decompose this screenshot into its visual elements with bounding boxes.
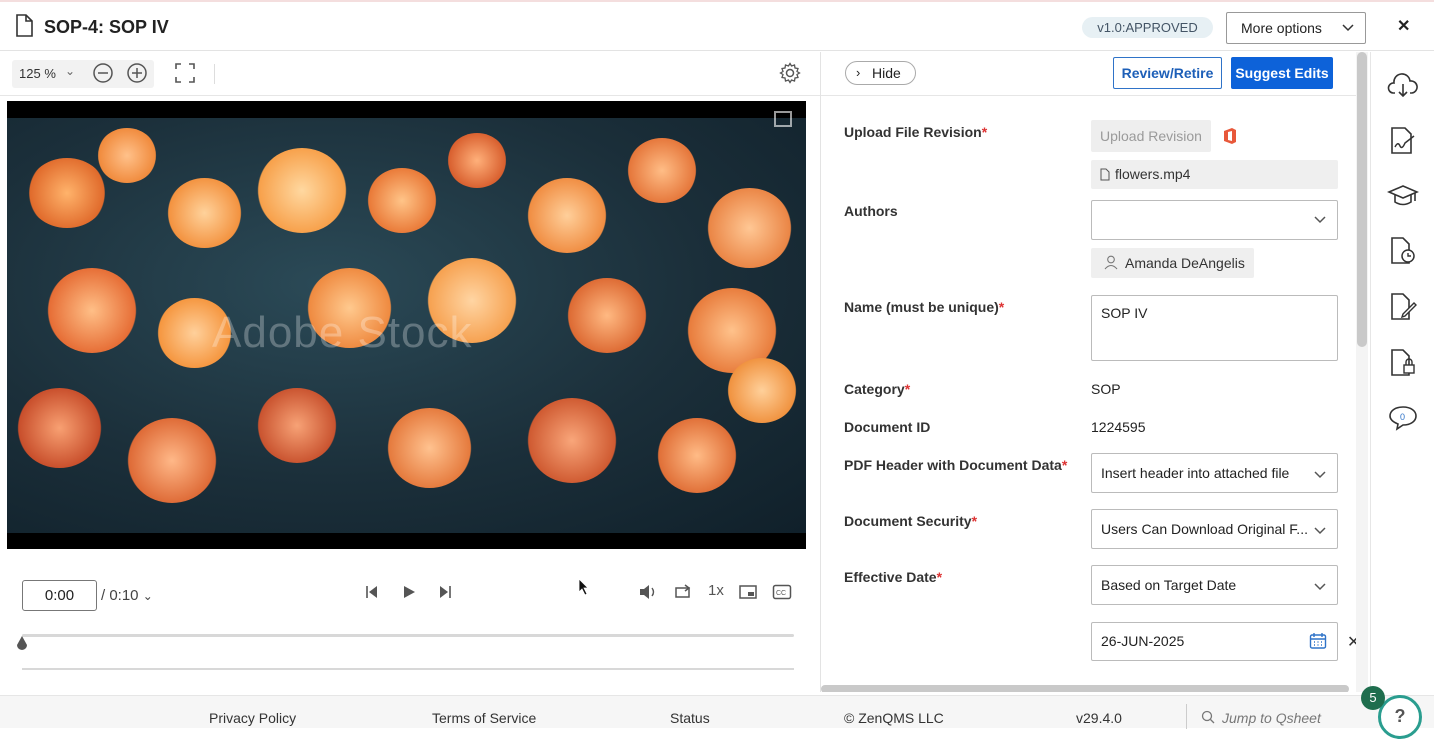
skip-back-icon[interactable] <box>365 585 379 599</box>
chevron-down-icon <box>1314 527 1326 535</box>
chevron-down-icon: ⌄ <box>65 64 76 78</box>
gear-icon[interactable] <box>779 62 801 84</box>
upload-revision-button[interactable]: Upload Revision <box>1091 120 1211 152</box>
comment-icon[interactable]: 0 <box>1387 404 1419 432</box>
close-button[interactable]: ✕ <box>1397 16 1410 36</box>
more-options-label: More options <box>1241 20 1322 36</box>
volume-icon[interactable] <box>638 583 658 601</box>
page-title: SOP-4: SOP IV <box>44 17 169 37</box>
review-retire-button[interactable]: Review/Retire <box>1113 57 1222 89</box>
svg-text:CC: CC <box>776 590 786 597</box>
document-id-value: 1224595 <box>1091 419 1146 435</box>
divider <box>214 64 215 84</box>
author-chip[interactable]: Amanda DeAngelis <box>1091 248 1254 278</box>
mouse-cursor-icon <box>578 578 589 596</box>
clear-date-button[interactable]: ✕ <box>1347 632 1356 652</box>
user-icon <box>1104 255 1118 270</box>
current-time-field[interactable]: 0:00 <box>22 580 97 611</box>
divider <box>22 668 794 670</box>
office-icon[interactable] <box>1222 127 1238 145</box>
player-controls: 0:00 / 0:10 ⌄ 1x CC <box>0 560 820 695</box>
jump-placeholder: Jump to Qsheet <box>1222 710 1321 726</box>
signature-icon[interactable] <box>1387 126 1419 156</box>
picture-in-picture-icon[interactable] <box>738 583 758 601</box>
category-value: SOP <box>1091 381 1121 397</box>
chevron-down-icon <box>1342 24 1354 32</box>
chevron-down-icon <box>1314 471 1326 479</box>
more-options-button[interactable]: More options <box>1226 12 1366 44</box>
search-icon <box>1201 710 1215 724</box>
watermark-text: Adobe Stock <box>212 308 473 357</box>
document-security-select[interactable]: Users Can Download Original F... <box>1091 509 1338 549</box>
copyright: © ZenQMS LLC <box>844 710 944 726</box>
scrollbar-thumb[interactable] <box>1357 52 1367 347</box>
edit-document-icon[interactable] <box>1387 292 1419 322</box>
progress-track[interactable] <box>22 634 794 637</box>
effective-date-field[interactable]: 26-JUN-2025 <box>1091 622 1338 661</box>
loop-icon[interactable] <box>673 583 693 601</box>
calendar-icon[interactable] <box>1309 632 1327 650</box>
help-button[interactable]: ? <box>1378 695 1422 739</box>
name-label: Name (must be unique)* <box>844 299 1005 315</box>
attached-file-chip[interactable]: flowers.mp4 <box>1091 160 1338 189</box>
footer: Privacy Policy Terms of Service Status ©… <box>0 695 1434 729</box>
authors-select[interactable] <box>1091 200 1338 240</box>
zoom-value: 125 % <box>19 66 56 81</box>
fit-screen-icon[interactable] <box>174 62 196 84</box>
duration-label[interactable]: / 0:10 ⌄ <box>101 587 153 604</box>
status-badge: v1.0:APPROVED <box>1082 17 1213 38</box>
chevron-down-icon <box>1314 583 1326 591</box>
top-bar: SOP-4: SOP IV v1.0:APPROVED More options… <box>0 0 1434 51</box>
history-icon[interactable] <box>1387 236 1419 266</box>
document-icon <box>16 14 33 37</box>
captions-icon[interactable]: CC <box>772 583 792 601</box>
lock-document-icon[interactable] <box>1387 348 1419 378</box>
zoom-out-icon[interactable] <box>92 62 114 84</box>
status-link[interactable]: Status <box>670 710 710 726</box>
jump-to-qsheet-search[interactable]: Jump to Qsheet <box>1186 704 1321 729</box>
skip-forward-icon[interactable] <box>438 585 452 599</box>
action-rail: 0 <box>1370 52 1434 692</box>
privacy-policy-link[interactable]: Privacy Policy <box>209 710 296 726</box>
authors-label: Authors <box>844 203 898 219</box>
chevron-right-icon: › <box>856 65 861 80</box>
hide-label: Hide <box>872 65 901 81</box>
upload-file-revision-label: Upload File Revision* <box>844 124 988 140</box>
play-icon[interactable] <box>402 585 416 599</box>
file-name: flowers.mp4 <box>1115 166 1191 182</box>
viewer-toolbar: 125 % ⌄ <box>0 52 820 96</box>
version-label: v29.4.0 <box>1076 710 1122 726</box>
horizontal-scrollbar[interactable] <box>821 685 1349 692</box>
progress-thumb[interactable] <box>16 636 28 652</box>
document-properties-panel: › Hide Review/Retire Suggest Edits Uploa… <box>820 52 1356 692</box>
name-field[interactable]: SOP IV <box>1091 295 1338 361</box>
terms-link[interactable]: Terms of Service <box>432 710 536 726</box>
effective-date-label: Effective Date* <box>844 569 943 585</box>
category-label: Category* <box>844 381 911 397</box>
flowers-video-image: Adobe Stock <box>7 118 806 533</box>
effective-date-select[interactable]: Based on Target Date <box>1091 565 1338 605</box>
file-icon <box>1100 168 1110 181</box>
divider <box>821 95 1356 96</box>
zoom-in-icon[interactable] <box>126 62 148 84</box>
cloud-download-icon[interactable] <box>1387 72 1419 100</box>
notification-count-badge[interactable]: 5 <box>1361 686 1385 710</box>
chevron-down-icon <box>1314 216 1326 224</box>
suggest-edits-button[interactable]: Suggest Edits <box>1231 57 1333 89</box>
document-security-label: Document Security* <box>844 513 978 529</box>
video-frame[interactable]: Adobe Stock <box>7 101 806 549</box>
svg-text:0: 0 <box>1400 412 1405 422</box>
pdf-header-label: PDF Header with Document Data* <box>844 457 1068 473</box>
training-icon[interactable] <box>1387 182 1419 210</box>
document-id-label: Document ID <box>844 419 931 435</box>
author-name: Amanda DeAngelis <box>1125 255 1245 271</box>
playback-speed[interactable]: 1x <box>708 582 724 599</box>
pdf-header-select[interactable]: Insert header into attached file <box>1091 453 1338 493</box>
hide-button[interactable]: › Hide <box>845 61 916 85</box>
vertical-scrollbar[interactable] <box>1356 52 1368 692</box>
fullscreen-icon[interactable] <box>774 111 792 127</box>
